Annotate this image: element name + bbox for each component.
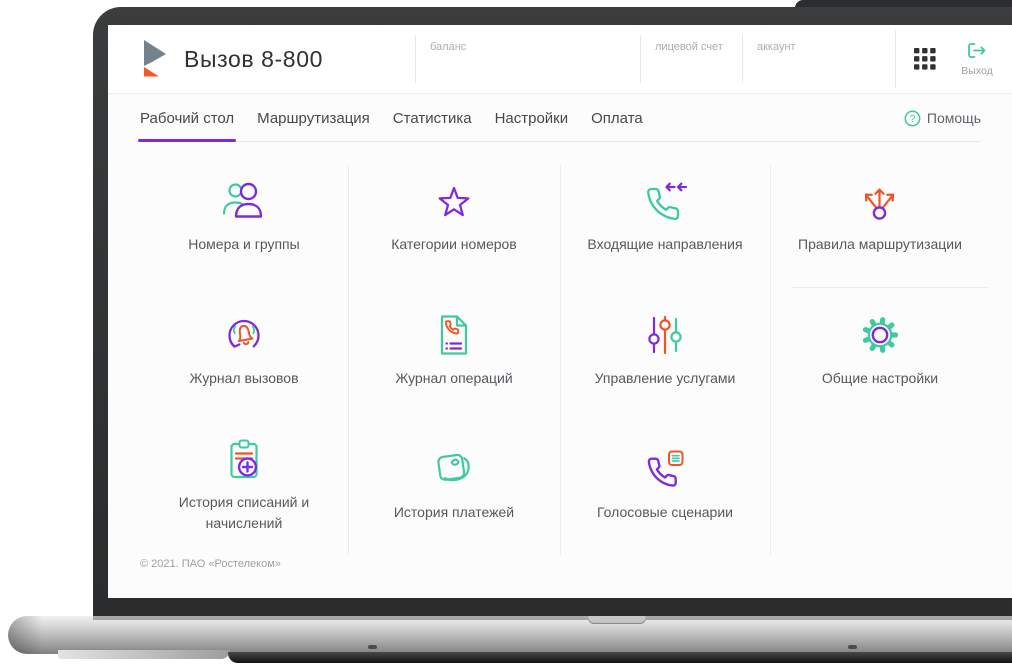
- tab-routing[interactable]: Маршрутизация: [257, 95, 370, 141]
- tile-label: Номера и группы: [188, 235, 300, 252]
- header-divider: [742, 35, 743, 83]
- help-question-icon: ?: [904, 110, 921, 127]
- app-screen: Вызов 8-800 баланс лицевой счет аккаунт …: [108, 25, 1012, 598]
- laptop-base-shadow: [58, 650, 230, 659]
- laptop-latch-notch: [588, 616, 646, 624]
- tile-charges-history[interactable]: История списаний и начислений: [140, 410, 348, 555]
- document-phone-icon: [431, 308, 477, 358]
- sliders-icon: [642, 308, 688, 358]
- nav-tabbar: Рабочий стол Маршрутизация Статистика На…: [137, 95, 981, 142]
- tile-label: Правила маршрутизации: [798, 235, 962, 252]
- tile-service-management[interactable]: Управление услугами: [560, 287, 770, 410]
- tile-general-settings[interactable]: Общие настройки: [770, 287, 990, 410]
- tile-label: Общие настройки: [821, 370, 939, 386]
- logout-label: Выход: [961, 65, 993, 77]
- balance-label: баланс: [430, 41, 467, 53]
- logout-button[interactable]: Выход: [951, 42, 1003, 77]
- star-icon: [431, 174, 477, 224]
- tile-operations-log[interactable]: Журнал операций: [348, 287, 560, 410]
- account-label: аккаунт: [757, 41, 796, 53]
- header-divider: [895, 30, 896, 88]
- header-divider: [415, 35, 416, 83]
- personal-account-label: лицевой счет: [655, 41, 723, 53]
- empty-cell: [770, 410, 990, 555]
- wallet-icon: [431, 442, 477, 492]
- gear-icon: [857, 308, 903, 358]
- copyright: © 2021. ПАО «Ростелеком»: [140, 558, 281, 570]
- tile-label: История платежей: [393, 504, 515, 520]
- tile-numbers-and-groups[interactable]: Номера и группы: [140, 141, 348, 287]
- tile-incoming-directions[interactable]: Входящие направления: [560, 141, 770, 287]
- tile-label: Журнал вызовов: [189, 370, 299, 386]
- tile-routing-rules[interactable]: Правила маршрутизации: [770, 141, 990, 287]
- laptop-hinge: [93, 616, 1012, 620]
- tile-label: Категории номеров: [391, 235, 517, 252]
- laptop-vent-dot: [848, 645, 857, 649]
- tile-label: История списаний и начислений: [178, 493, 310, 531]
- laptop-vent-dot: [368, 645, 377, 649]
- logo-area: Вызов 8-800: [140, 39, 323, 79]
- logout-icon: [967, 42, 987, 59]
- users-icon: [221, 174, 267, 224]
- laptop-base-bottom-edge: [228, 652, 1012, 663]
- help-link[interactable]: ? Помощь: [904, 95, 981, 141]
- tile-payments-history[interactable]: История платежей: [348, 410, 560, 555]
- tile-voice-scenarios[interactable]: Голосовые сценарии: [560, 410, 770, 555]
- svg-text:?: ?: [910, 113, 916, 125]
- tile-label: Журнал операций: [395, 370, 513, 386]
- phone-script-icon: [642, 442, 688, 492]
- tile-label: Управление услугами: [594, 370, 736, 386]
- apps-grid-icon[interactable]: [914, 48, 936, 70]
- rostelecom-logo-icon: [140, 39, 170, 79]
- tab-settings[interactable]: Настройки: [495, 95, 569, 141]
- app-header: Вызов 8-800 баланс лицевой счет аккаунт …: [108, 25, 1012, 94]
- tile-label: Входящие направления: [587, 235, 743, 252]
- header-divider: [640, 35, 641, 83]
- tile-number-categories[interactable]: Категории номеров: [348, 141, 560, 287]
- tab-statistics[interactable]: Статистика: [393, 95, 472, 141]
- tab-payment[interactable]: Оплата: [591, 95, 643, 141]
- clipboard-plus-icon: [221, 432, 267, 482]
- tile-call-log[interactable]: Журнал вызовов: [140, 287, 348, 410]
- phone-incoming-icon: [642, 174, 688, 224]
- help-label: Помощь: [926, 110, 981, 126]
- dashboard-grid: Номера и группы Категории номеров Входящ…: [140, 141, 990, 555]
- route-branch-icon: [857, 174, 903, 224]
- laptop-base: [8, 616, 1012, 654]
- tile-label: Голосовые сценарии: [597, 504, 733, 520]
- bell-history-icon: [221, 308, 267, 358]
- app-title: Вызов 8-800: [184, 45, 323, 72]
- tab-desktop[interactable]: Рабочий стол: [137, 95, 237, 142]
